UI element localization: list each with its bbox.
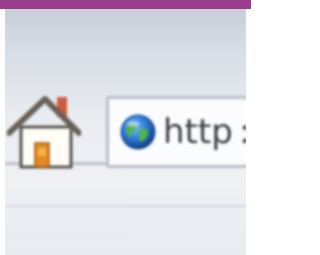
globe-icon: [120, 114, 156, 150]
address-bar[interactable]: http :: [106, 96, 246, 168]
home-button[interactable]: [6, 91, 82, 169]
browser-window: http :: [5, 9, 246, 255]
url-text: http: [163, 112, 233, 152]
browser-chrome: http :: [5, 9, 246, 255]
url-separator: :: [239, 107, 246, 157]
accent-bar: [0, 0, 251, 9]
home-icon: [6, 96, 82, 169]
toolbar-divider-lower: [5, 205, 246, 207]
